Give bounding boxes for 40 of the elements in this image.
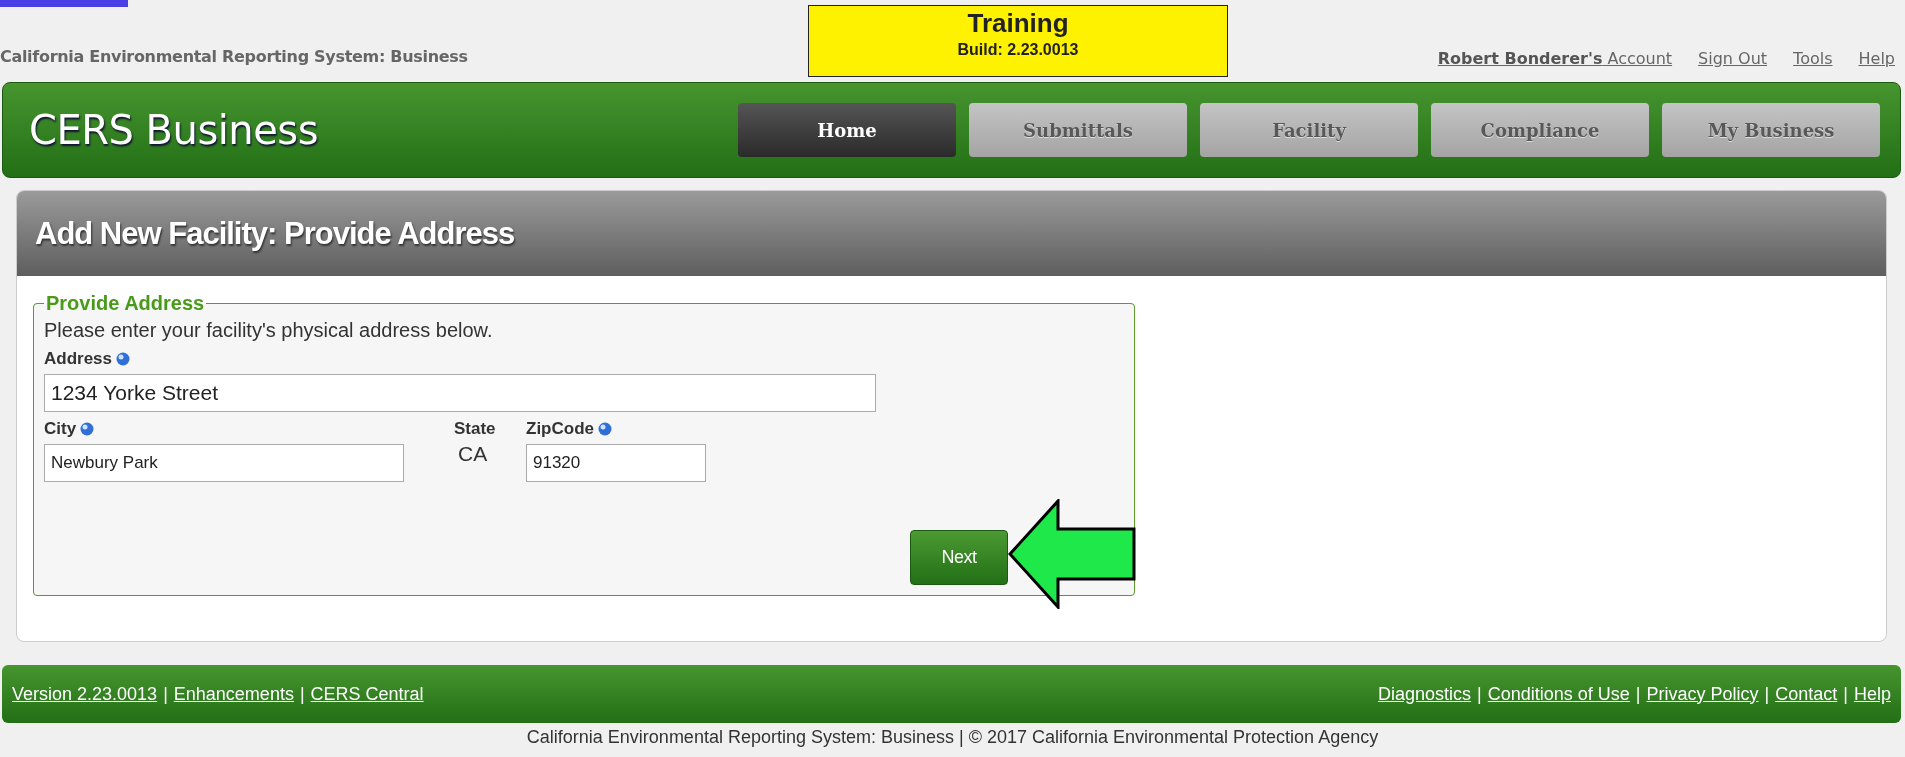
footer-link[interactable]: Help	[1853, 683, 1891, 705]
footer-link[interactable]: Conditions of Use	[1487, 683, 1630, 705]
footer-link[interactable]: Version 2.23.0013	[12, 683, 158, 705]
build-number: Build: 2.23.0013	[957, 41, 1079, 59]
copyright-text: California Environmental Reporting System: Business | © 2017 California Environmental Protection Agency	[525, 727, 1380, 748]
footer-link[interactable]: Enhancements	[173, 683, 294, 705]
footer-link[interactable]: Privacy Policy	[1646, 683, 1759, 705]
app-title: CERS Business	[28, 107, 319, 153]
instructions-text: Please enter your facility's physical address below.	[44, 319, 494, 342]
header-link[interactable]: Help	[1858, 49, 1895, 68]
footer-link[interactable]: CERS Central	[310, 683, 424, 705]
footer-link[interactable]: Diagnostics	[1378, 683, 1472, 705]
separator: |	[1764, 683, 1770, 705]
input-field[interactable]: Newbury Park	[44, 444, 404, 482]
footer-link[interactable]: Contact	[1775, 683, 1838, 705]
field-label: Address	[44, 349, 113, 369]
system-title: California Environmental Reporting System: Business	[0, 47, 469, 68]
header-link[interactable]: Tools	[1793, 49, 1833, 68]
field-label: City	[44, 419, 77, 439]
address-field[interactable]: 1234 Yorke Street	[44, 374, 876, 412]
separator: |	[163, 683, 168, 705]
help-icon[interactable]	[80, 422, 95, 436]
fieldset-legend: Provide Address	[44, 292, 207, 315]
field-value: CA	[458, 442, 489, 466]
separator: |	[1635, 683, 1641, 705]
account-link[interactable]: Robert Bonderer's Account	[1437, 49, 1673, 68]
field-label: State	[454, 419, 496, 439]
next-button[interactable]: Next	[910, 530, 1008, 585]
help-icon[interactable]	[598, 422, 612, 436]
separator: |	[299, 683, 305, 705]
arrow-icon	[1008, 499, 1136, 609]
separator: |	[1477, 683, 1482, 705]
environment-name: Training	[967, 8, 1069, 39]
header-link[interactable]: Sign Out	[1698, 49, 1768, 68]
help-icon[interactable]	[116, 352, 131, 366]
nav-tab[interactable]: Home	[738, 103, 956, 157]
separator: |	[1843, 683, 1848, 705]
panel-title: Add New Facility: Provide Address	[35, 215, 515, 252]
field-label: ZipCode	[526, 419, 594, 439]
input-field[interactable]: 91320	[526, 444, 706, 482]
